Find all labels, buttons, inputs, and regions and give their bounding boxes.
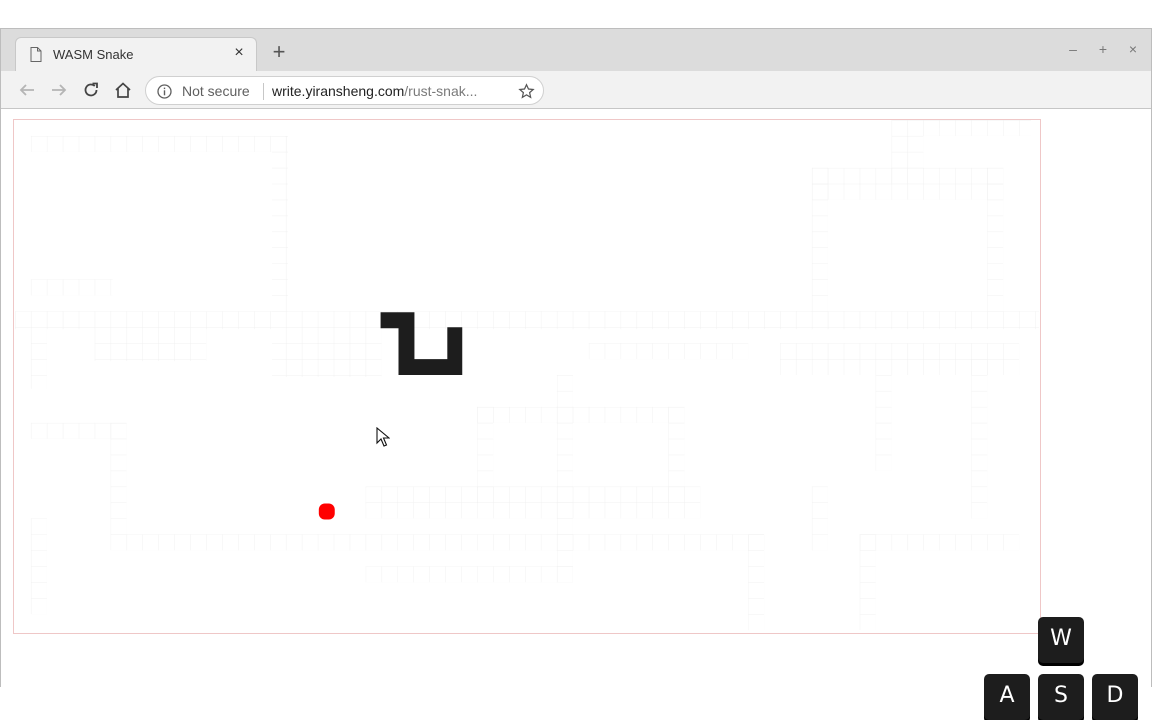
address-bar[interactable]: Not secure write.yiransheng.com/rust-sna…: [145, 76, 544, 105]
reload-button[interactable]: [80, 79, 102, 101]
reload-icon: [84, 82, 98, 97]
url-path: /rust-snak...: [404, 83, 478, 99]
game-board[interactable]: [13, 119, 1041, 634]
food: [318, 503, 335, 520]
browser-window: WASM Snake × + – + × Not secure write.yi…: [0, 28, 1152, 720]
back-arrow-icon: [19, 84, 34, 96]
page-icon: [30, 47, 42, 62]
star-icon[interactable]: [518, 83, 535, 100]
a-key-button[interactable]: A: [984, 674, 1030, 720]
maximize-button[interactable]: +: [1095, 41, 1111, 57]
omnibox-divider: [263, 83, 264, 100]
close-window-button[interactable]: ×: [1125, 41, 1141, 57]
tab-title: WASM Snake: [53, 47, 134, 62]
security-label[interactable]: Not secure: [182, 83, 250, 99]
mouse-cursor-icon: [376, 427, 390, 447]
d-key-button[interactable]: D: [1092, 674, 1138, 720]
tab-wasm-snake[interactable]: WASM Snake ×: [15, 37, 257, 71]
home-icon: [115, 82, 131, 98]
s-key-button[interactable]: S: [1038, 674, 1084, 720]
faint-trail-grid: [14, 120, 1040, 631]
w-key-button[interactable]: W: [1038, 617, 1084, 663]
url-text[interactable]: write.yiransheng.com/rust-snak...: [272, 83, 477, 99]
minimize-button[interactable]: –: [1065, 41, 1081, 57]
forward-button[interactable]: [48, 79, 70, 101]
back-button[interactable]: [16, 79, 38, 101]
url-host: write.yiransheng.com: [272, 83, 405, 99]
home-button[interactable]: [112, 79, 134, 101]
new-tab-button[interactable]: +: [267, 41, 291, 65]
forward-arrow-icon: [52, 84, 67, 96]
tab-close-icon[interactable]: ×: [230, 44, 248, 62]
tab-bar: WASM Snake × + – + ×: [1, 29, 1151, 71]
info-icon[interactable]: [157, 84, 172, 99]
page-content: W A S D: [1, 110, 1151, 720]
browser-toolbar: Not secure write.yiransheng.com/rust-sna…: [1, 71, 1151, 109]
